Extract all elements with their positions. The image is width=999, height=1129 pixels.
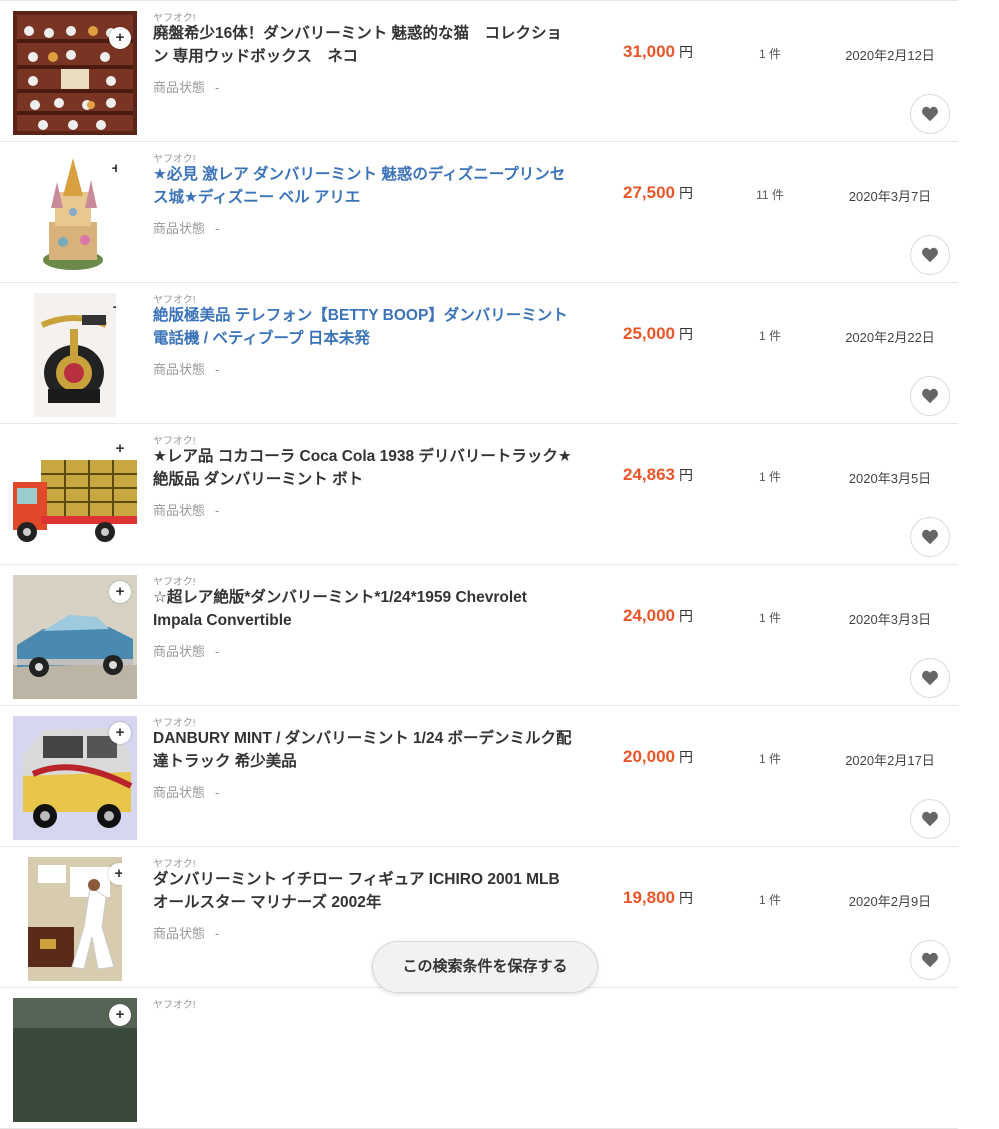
- bid-count: 1 件: [758, 470, 781, 484]
- end-date: 2020年3月3日: [848, 612, 932, 627]
- favorite-button[interactable]: [910, 517, 950, 557]
- bid-count: 1 件: [758, 611, 781, 625]
- end-date: 2020年2月9日: [848, 894, 932, 909]
- bid-count: 1 件: [758, 47, 781, 61]
- condition: 商品状態 -: [153, 362, 220, 377]
- heart-icon: [922, 388, 938, 404]
- item-title[interactable]: 廃盤希少16体！ダンバリーミント 魅惑的な猫 コレクション 専用ウッドボックス …: [153, 22, 573, 68]
- bid-count: 1 件: [758, 329, 781, 343]
- item-title[interactable]: ★レア品 コカコーラ Coca Cola 1938 デリバリートラック★絶版品 …: [153, 445, 573, 491]
- item-thumbnail[interactable]: +: [13, 716, 137, 840]
- add-icon[interactable]: +: [109, 581, 131, 603]
- favorite-button[interactable]: [910, 658, 950, 698]
- item-thumbnail[interactable]: +: [13, 575, 137, 699]
- end-date: 2020年2月22日: [845, 330, 935, 345]
- bid-count: 1 件: [758, 752, 781, 766]
- item-title[interactable]: ★必見 激レア ダンバリーミント 魅惑のディズニープリンセス城★ディズニー ベル…: [153, 163, 573, 209]
- item-thumbnail[interactable]: +: [28, 857, 122, 981]
- price: 27,500 円: [623, 183, 693, 202]
- favorite-button[interactable]: [910, 94, 950, 134]
- item-thumbnail[interactable]: +: [13, 998, 137, 1122]
- bid-count: 11 件: [756, 188, 784, 202]
- heart-icon: [922, 670, 938, 686]
- list-item[interactable]: + ヤフオク! ☆超レア絶版*ダンバリーミント*1/24*1959 Chevro…: [0, 565, 958, 706]
- item-thumbnail[interactable]: +: [13, 11, 137, 135]
- heart-icon: [922, 811, 938, 827]
- list-item[interactable]: + ヤフオク! DANBURY MINT / ダンバリーミント 1/24 ボーデ…: [0, 706, 958, 847]
- source-label: ヤフオク!: [153, 1000, 196, 1011]
- list-item[interactable]: + ヤフオク! ★レア品 コカコーラ Coca Cola 1938 デリバリート…: [0, 424, 958, 565]
- add-icon[interactable]: +: [109, 722, 131, 744]
- list-item[interactable]: + ヤフオク! 絶版極美品 テレフォン【BETTY BOOP】ダンバリーミント …: [0, 283, 958, 424]
- favorite-button[interactable]: [910, 799, 950, 839]
- item-title[interactable]: DANBURY MINT / ダンバリーミント 1/24 ボーデンミルク配達トラ…: [153, 727, 573, 773]
- condition: 商品状態 -: [153, 80, 220, 95]
- favorite-button[interactable]: [910, 376, 950, 416]
- item-thumbnail[interactable]: +: [34, 293, 116, 417]
- condition: 商品状態 -: [153, 644, 220, 659]
- price: 24,863 円: [623, 465, 693, 484]
- end-date: 2020年3月5日: [848, 471, 932, 486]
- price: 20,000 円: [623, 747, 693, 766]
- heart-icon: [922, 952, 938, 968]
- end-date: 2020年2月17日: [845, 753, 935, 768]
- heart-icon: [922, 106, 938, 122]
- heart-icon: [922, 529, 938, 545]
- add-icon[interactable]: +: [109, 27, 131, 49]
- favorite-button[interactable]: [910, 235, 950, 275]
- list-item[interactable]: + ヤフオク! ★必見 激レア ダンバリーミント 魅惑のディズニープリンセス城★…: [0, 142, 958, 283]
- list-item[interactable]: + ヤフオク! 廃盤希少16体！ダンバリーミント 魅惑的な猫 コレクション 専用…: [0, 1, 958, 142]
- end-date: 2020年3月7日: [848, 189, 932, 204]
- add-icon[interactable]: +: [109, 1004, 131, 1026]
- item-title[interactable]: ☆超レア絶版*ダンバリーミント*1/24*1959 Chevrolet Impa…: [153, 586, 573, 632]
- save-search-button[interactable]: この検索条件を保存する: [372, 941, 598, 993]
- price: 19,800 円: [623, 888, 693, 907]
- item-title[interactable]: 絶版極美品 テレフォン【BETTY BOOP】ダンバリーミント 電話機 / ベテ…: [153, 304, 573, 350]
- condition: 商品状態 -: [153, 785, 220, 800]
- condition: 商品状態 -: [153, 503, 220, 518]
- end-date: 2020年2月12日: [845, 48, 935, 63]
- bid-count: 1 件: [758, 893, 781, 907]
- item-thumbnail[interactable]: +: [13, 434, 137, 558]
- price: 25,000 円: [623, 324, 693, 343]
- list-item[interactable]: + ヤフオク!: [0, 988, 958, 1129]
- heart-icon: [922, 247, 938, 263]
- condition: 商品状態 -: [153, 926, 220, 941]
- price: 24,000 円: [623, 606, 693, 625]
- add-icon[interactable]: +: [109, 438, 131, 460]
- condition: 商品状態 -: [153, 221, 220, 236]
- price: 31,000 円: [623, 42, 693, 61]
- item-title[interactable]: ダンバリーミント イチロー フィギュア ICHIRO 2001 MLB オールス…: [153, 868, 573, 914]
- favorite-button[interactable]: [910, 940, 950, 980]
- item-thumbnail[interactable]: +: [33, 152, 117, 276]
